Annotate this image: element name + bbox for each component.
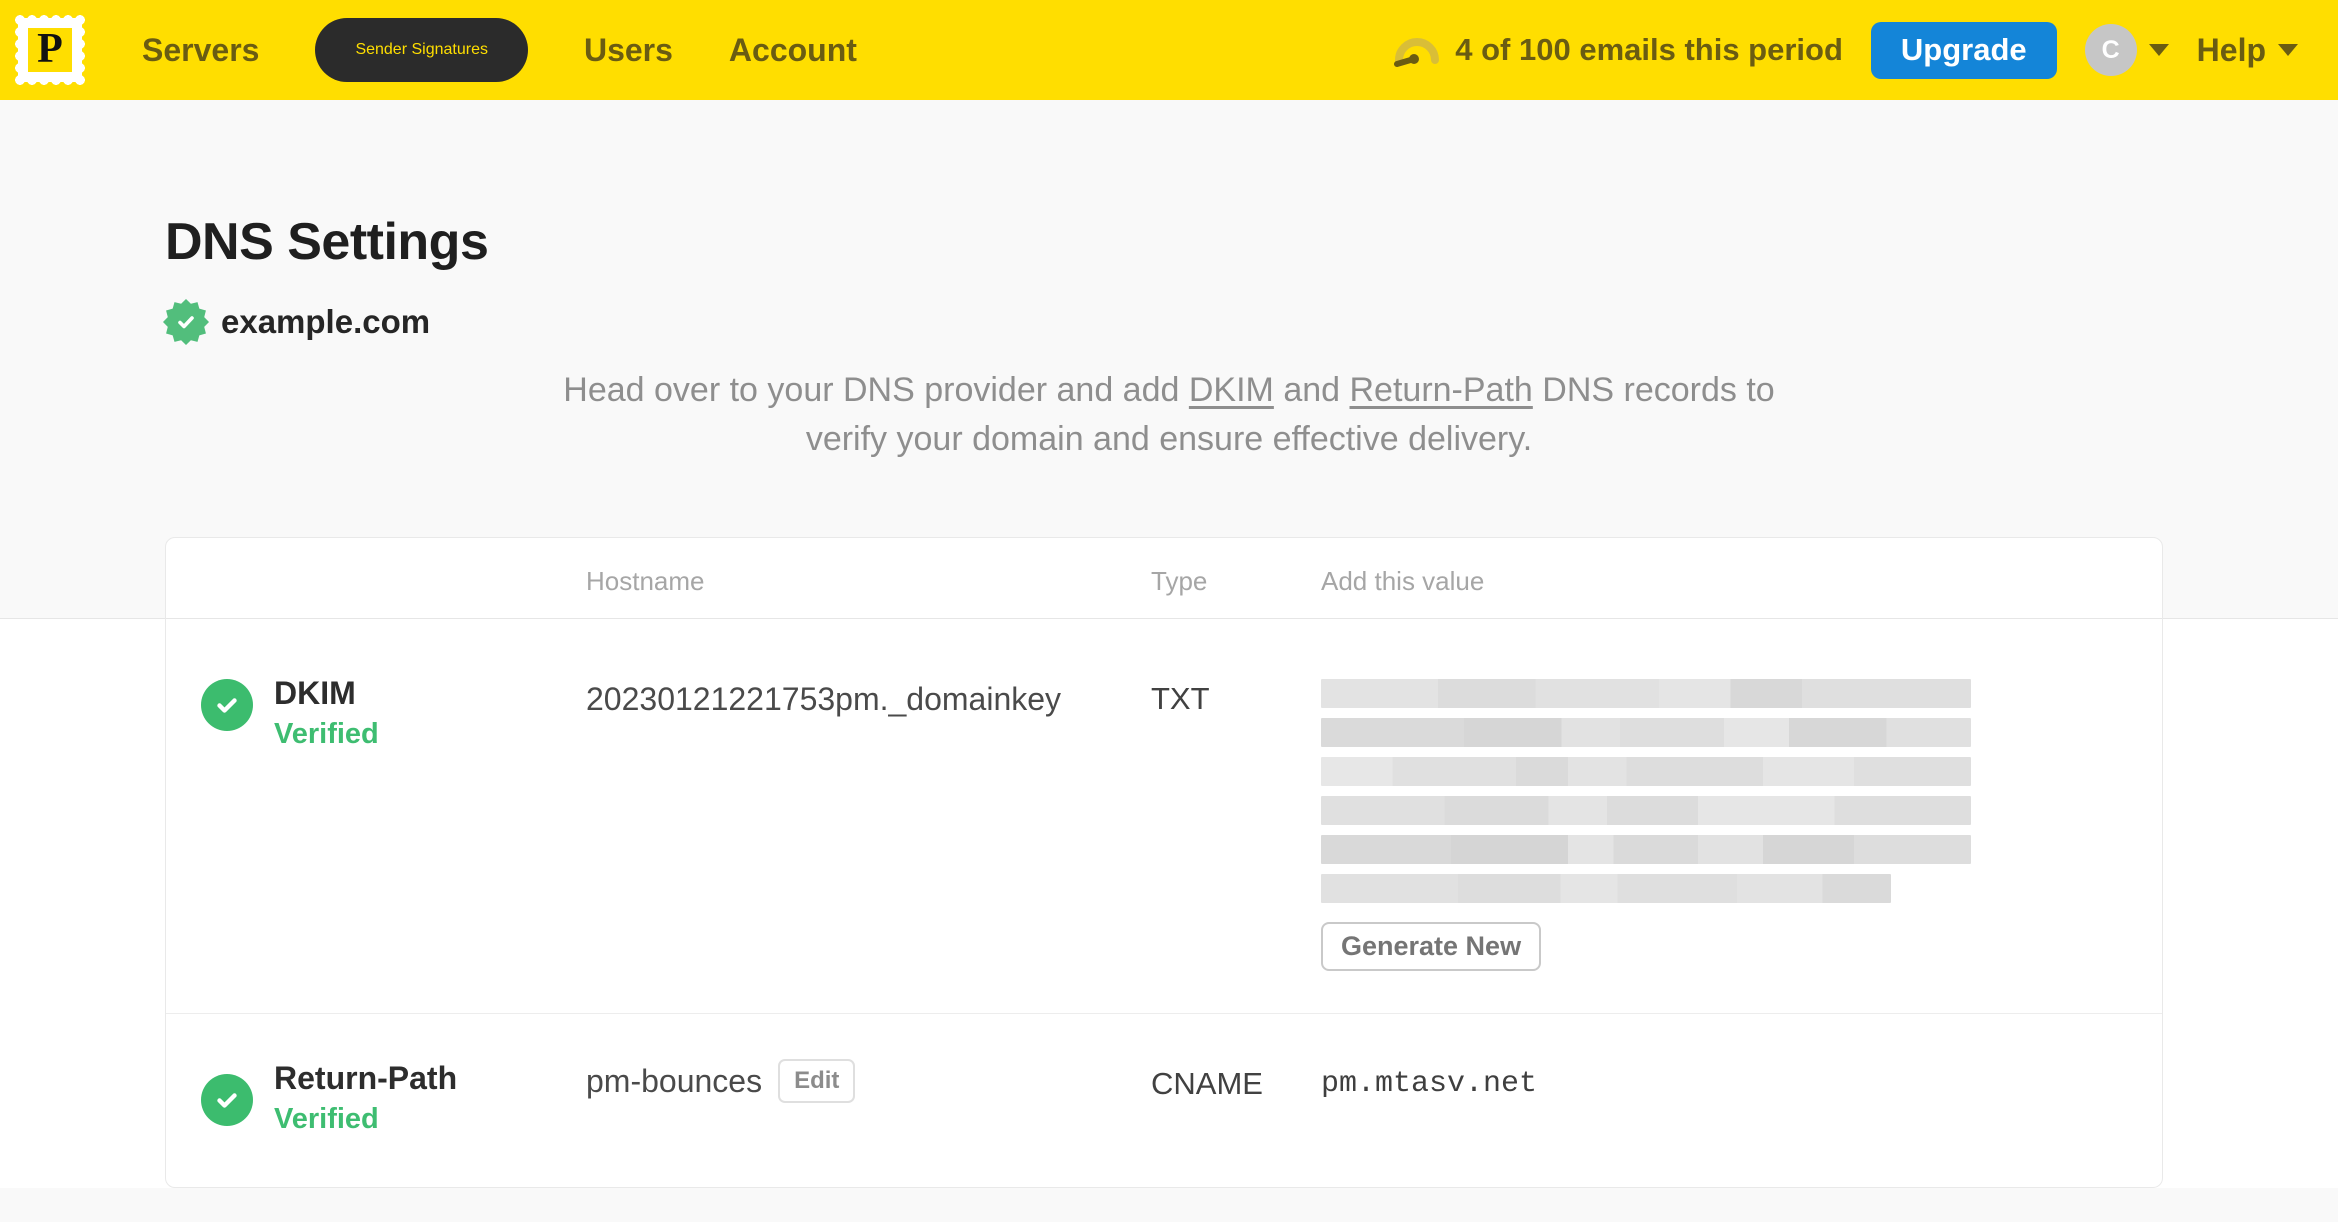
verified-seal-icon xyxy=(163,299,209,345)
nav-item-users[interactable]: Users xyxy=(584,32,673,69)
verified-check-icon xyxy=(201,679,253,731)
top-nav: P Servers Sender Signatures Users Accoun… xyxy=(0,0,2338,100)
nav-item-account[interactable]: Account xyxy=(729,32,857,69)
domain-row: example.com xyxy=(163,299,430,345)
help-label: Help xyxy=(2196,31,2266,68)
record-status: Verified xyxy=(274,1103,379,1135)
redacted-value-line xyxy=(1321,835,1971,864)
verified-check-icon xyxy=(201,1074,253,1126)
help-menu[interactable]: Help xyxy=(2197,32,2298,69)
intro-post: DNS records to xyxy=(1532,371,1775,409)
postmark-logo[interactable]: P xyxy=(14,14,86,86)
redacted-value-line xyxy=(1321,757,1971,786)
dkim-link[interactable]: DKIM xyxy=(1189,371,1274,409)
nav-links: Servers Sender Signatures Users Account xyxy=(142,18,857,82)
nav-item-sender-signatures[interactable]: Sender Signatures xyxy=(315,18,528,82)
table-header: Hostname Type Add this value xyxy=(166,538,2162,619)
intro-mid: and xyxy=(1273,371,1350,409)
account-menu[interactable]: C xyxy=(2084,24,2169,76)
redacted-value-line xyxy=(1321,796,1971,825)
record-type: CNAME xyxy=(1151,1066,1263,1101)
redacted-value-line xyxy=(1321,679,1971,708)
domain-name: example.com xyxy=(221,303,431,340)
dns-records-card: Hostname Type Add this value DKIM Verifi… xyxy=(165,537,2163,1188)
nav-right: 4 of 100 emails this period Upgrade C He… xyxy=(1393,21,2298,79)
record-value-redacted: Generate New xyxy=(1321,679,1971,971)
intro-line-1: Head over to your DNS provider and add D… xyxy=(0,366,2338,415)
return-path-link[interactable]: Return-Path xyxy=(1350,371,1533,409)
usage-text: 4 of 100 emails this period xyxy=(1455,32,1843,67)
column-header-value: Add this value xyxy=(1321,566,1485,596)
record-name: DKIM xyxy=(274,675,356,711)
record-value: pm.mtasv.net xyxy=(1321,1067,1538,1101)
logo-stamp-inner: P xyxy=(28,28,72,72)
logo-letter: P xyxy=(37,26,63,72)
record-hostname: 20230121221753pm._domainkey xyxy=(586,681,1062,717)
redacted-value-line xyxy=(1321,874,1891,903)
record-type: TXT xyxy=(1151,681,1210,716)
record-name: Return-Path xyxy=(274,1060,458,1096)
generate-new-button[interactable]: Generate New xyxy=(1321,922,1542,971)
gauge-icon xyxy=(1394,38,1440,67)
column-header-hostname: Hostname xyxy=(586,566,705,596)
chevron-down-icon xyxy=(2278,44,2298,56)
column-header-type: Type xyxy=(1151,566,1208,596)
usage-meter: 4 of 100 emails this period xyxy=(1393,32,1843,68)
edit-button[interactable]: Edit xyxy=(778,1059,856,1103)
upgrade-button[interactable]: Upgrade xyxy=(1870,21,2057,79)
redacted-value-line xyxy=(1321,718,1971,747)
page-title: DNS Settings xyxy=(165,213,489,271)
nav-item-servers[interactable]: Servers xyxy=(142,32,259,69)
chevron-down-icon xyxy=(2148,44,2169,56)
nav-item-sender-signatures-label: Sender Signatures xyxy=(355,41,488,58)
record-hostname: pm-bounces xyxy=(586,1062,763,1099)
table-row-dkim: DKIM Verified 20230121221753pm._domainke… xyxy=(166,619,2162,1013)
record-hostname-group: pm-bounces Edit xyxy=(586,1059,856,1103)
intro-line-2: verify your domain and ensure effective … xyxy=(805,420,1533,458)
table-row-return-path: Return-Path Verified pm-bounces Edit CNA… xyxy=(166,1013,2162,1188)
intro-pre: Head over to your DNS provider and add xyxy=(563,371,1189,409)
intro-text: Head over to your DNS provider and add D… xyxy=(0,366,2338,464)
record-status: Verified xyxy=(274,718,379,750)
avatar[interactable]: C xyxy=(2084,24,2137,76)
